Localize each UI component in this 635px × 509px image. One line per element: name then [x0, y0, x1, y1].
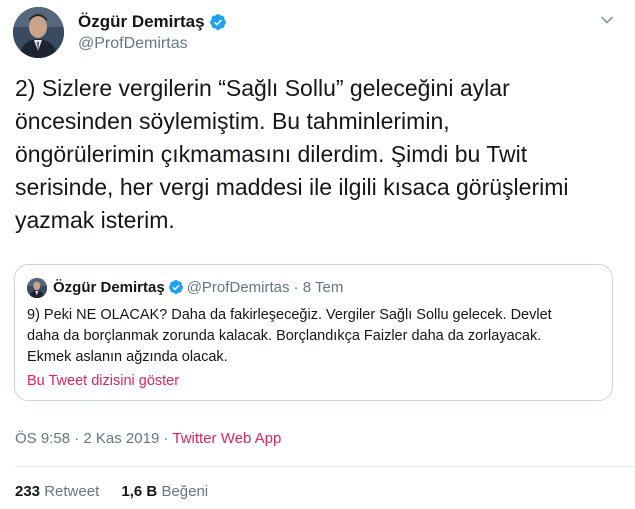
- author-name[interactable]: Özgür Demirtaş: [78, 12, 205, 32]
- likes-stat[interactable]: 1,6 B Beğeni: [121, 482, 208, 502]
- quoted-author-name: Özgür Demirtaş: [53, 279, 165, 296]
- likes-label: Beğeni: [161, 483, 209, 500]
- meta-separator: ·: [74, 430, 80, 447]
- meta-separator: ·: [163, 430, 169, 447]
- tweet-date[interactable]: 2 Kas 2019: [83, 430, 159, 447]
- author-handle[interactable]: @ProfDemirtas: [78, 34, 227, 54]
- quoted-header: Özgür Demirtaş @ProfDemirtas · 8 Tem: [53, 278, 343, 298]
- quoted-date[interactable]: 8 Tem: [303, 279, 344, 296]
- quoted-tweet-text: 9) Peki NE OLACAK? Daha da fakirleşeceği…: [27, 307, 552, 365]
- tweet-text: 2) Sizlere vergilerin “Sağlı Sollu” gele…: [15, 75, 569, 233]
- verified-badge-icon: [209, 13, 227, 31]
- quoted-handle: @ProfDemirtas: [186, 279, 290, 296]
- avatar-image: [13, 7, 64, 58]
- tweet-stats: 233 Retweet 1,6 B Beğeni: [15, 482, 226, 502]
- verified-badge-icon: [168, 279, 184, 295]
- retweets-stat[interactable]: 233 Retweet: [15, 482, 99, 502]
- retweets-label: Retweet: [44, 483, 100, 500]
- chevron-down-icon[interactable]: [599, 12, 615, 28]
- tweet: Özgür Demirtaş @ProfDemirtas 2) Sizlere …: [0, 0, 635, 509]
- source-app-link[interactable]: Twitter Web App: [172, 430, 281, 447]
- show-thread-link[interactable]: Bu Tweet dizisini göster: [27, 371, 179, 391]
- quoted-avatar: [27, 278, 47, 298]
- tweet-time[interactable]: ÖS 9:58: [15, 430, 70, 447]
- author-block: Özgür Demirtaş @ProfDemirtas: [78, 12, 227, 54]
- divider: [15, 466, 635, 467]
- quoted-tweet[interactable]: Özgür Demirtaş @ProfDemirtas · 8 Tem 9) …: [14, 264, 613, 401]
- likes-count: 1,6 B: [121, 483, 158, 500]
- quoted-separator: ·: [293, 279, 299, 296]
- retweets-count: 233: [15, 483, 41, 500]
- tweet-meta: ÖS 9:58 · 2 Kas 2019 · Twitter Web App: [15, 429, 281, 449]
- avatar[interactable]: [13, 7, 64, 58]
